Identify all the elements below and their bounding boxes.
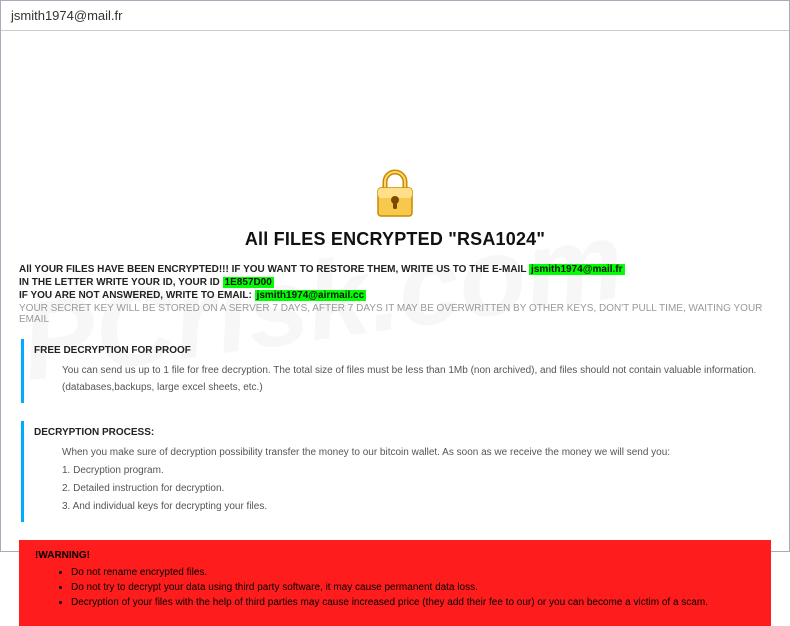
warning-item-2: Do not try to decrypt your data using th… <box>71 582 755 593</box>
line-id-text: IN THE LETTER WRITE YOUR ID, YOUR ID <box>19 277 223 288</box>
line-key-expiry: YOUR SECRET KEY WILL BE STORED ON A SERV… <box>19 303 771 325</box>
line-email-text: All YOUR FILES HAVE BEEN ENCRYPTED!!! IF… <box>19 264 529 275</box>
section-free-decryption: FREE DECRYPTION FOR PROOF You can send u… <box>21 339 771 403</box>
process-step-1: 1. Decryption program. <box>62 462 771 479</box>
ransom-note-body: PCrisk.com All FILES ENCRYPTED "RSA1024"… <box>1 31 789 551</box>
lock-icon-wrap <box>19 168 771 223</box>
process-step-3: 3. And individual keys for decrypting yo… <box>62 498 771 515</box>
line-email2: IF YOU ARE NOT ANSWERED, WRITE TO EMAIL:… <box>19 290 771 301</box>
warning-item-3: Decryption of your files with the help o… <box>71 597 755 608</box>
email-secondary: jsmith1974@airmail.cc <box>255 290 367 301</box>
line-id: IN THE LETTER WRITE YOUR ID, YOUR ID 1E8… <box>19 277 771 288</box>
lock-icon <box>371 168 419 223</box>
free-decryption-body: You can send us up to 1 file for free de… <box>62 362 771 396</box>
victim-id: 1E857D00 <box>223 277 274 288</box>
line-email: All YOUR FILES HAVE BEEN ENCRYPTED!!! IF… <box>19 264 771 275</box>
main-heading: All FILES ENCRYPTED "RSA1024" <box>19 229 771 250</box>
decryption-process-title: DECRYPTION PROCESS: <box>34 427 771 438</box>
free-decryption-title: FREE DECRYPTION FOR PROOF <box>34 345 771 356</box>
line-email2-text: IF YOU ARE NOT ANSWERED, WRITE TO EMAIL: <box>19 290 255 301</box>
section-decryption-process: DECRYPTION PROCESS: When you make sure o… <box>21 421 771 522</box>
window-titlebar: jsmith1974@mail.fr <box>1 1 789 31</box>
warning-list: Do not rename encrypted files. Do not tr… <box>71 567 755 608</box>
process-intro: When you make sure of decryption possibi… <box>62 444 771 461</box>
email-primary: jsmith1974@mail.fr <box>529 264 624 275</box>
warning-box: !WARNING! Do not rename encrypted files.… <box>19 540 771 626</box>
warning-item-1: Do not rename encrypted files. <box>71 567 755 578</box>
window-title: jsmith1974@mail.fr <box>11 8 122 23</box>
process-step-2: 2. Detailed instruction for decryption. <box>62 480 771 497</box>
